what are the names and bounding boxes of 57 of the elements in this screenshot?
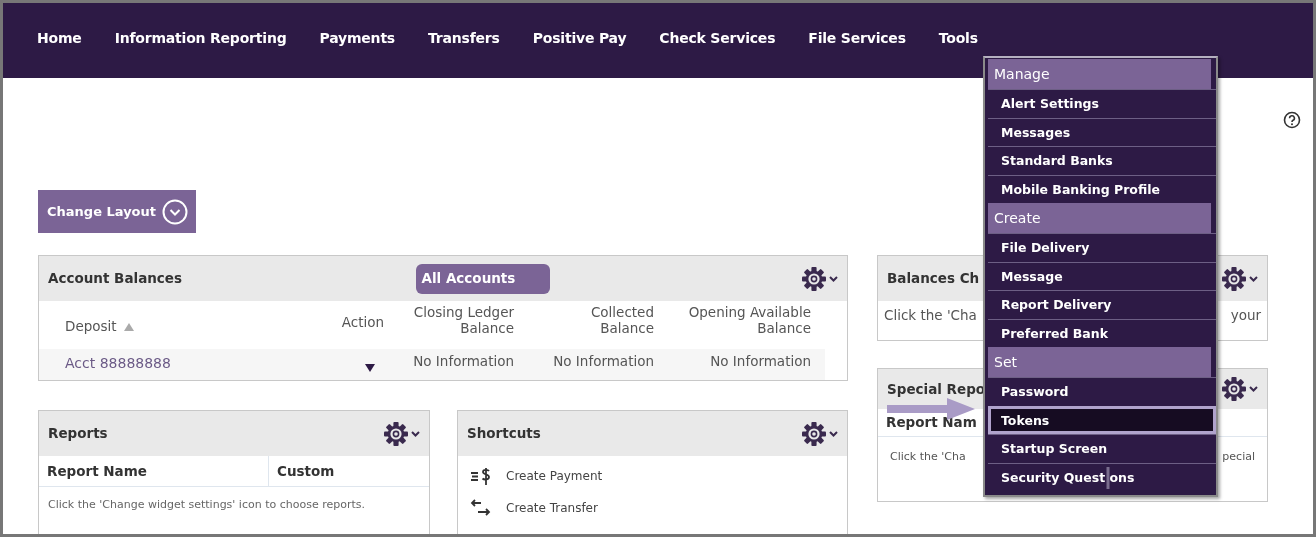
- column-header: Custom: [277, 463, 335, 479]
- action-dropdown-icon[interactable]: [364, 363, 376, 373]
- empty-message: Click the 'Change widget settings' icon to choose reports.: [47, 497, 366, 514]
- menu-item[interactable]: Security Quest ons: [988, 462, 1216, 491]
- change-layout-button[interactable]: Change Layout: [38, 190, 196, 233]
- menu-item[interactable]: Alert Settings: [988, 89, 1216, 118]
- nav-link[interactable]: Home: [37, 28, 82, 49]
- payment-icon: [470, 466, 492, 486]
- menu-item[interactable]: File Delivery: [988, 233, 1216, 262]
- text-cursor-icon: [1106, 466, 1110, 489]
- gear-icon[interactable]: [801, 265, 839, 292]
- menu-item[interactable]: Standard Banks: [988, 146, 1216, 175]
- panel-message: Click the 'Cha: [890, 448, 966, 465]
- nav-link[interactable]: Tools: [938, 28, 978, 49]
- column-header[interactable]: Collected Balance: [569, 305, 654, 337]
- panel-message: Click the 'Cha: [884, 306, 977, 325]
- help-icon[interactable]: [1283, 111, 1301, 129]
- gear-icon[interactable]: [383, 420, 421, 447]
- panel-title: Shortcuts: [467, 424, 541, 444]
- shortcut-link[interactable]: Create Transfer: [506, 499, 598, 517]
- menu-item[interactable]: Password: [988, 377, 1216, 406]
- column-header[interactable]: Closing Ledger Balance: [404, 305, 514, 337]
- transfer-arrows-icon: [470, 498, 492, 518]
- panel-title: Balances Ch: [887, 269, 980, 289]
- table-cell: No Information: [413, 353, 514, 369]
- menu-item[interactable]: Startup Screen: [988, 434, 1216, 463]
- menu-item[interactable]: Messages: [988, 117, 1216, 146]
- menu-section-heading: Manage: [988, 59, 1211, 89]
- panel-message: pecial: [1222, 448, 1255, 465]
- gear-icon[interactable]: [1221, 265, 1259, 292]
- gear-icon[interactable]: [1221, 376, 1259, 402]
- table-cell: No Information: [710, 353, 811, 369]
- column-header: Report Nam: [886, 414, 977, 430]
- column-header: Report Name: [47, 463, 147, 479]
- panel-title: Reports: [48, 424, 108, 444]
- menu-item[interactable]: Report Delivery: [988, 290, 1216, 319]
- panel-message: your: [1230, 306, 1261, 325]
- panel-title: Special Repo: [887, 379, 986, 399]
- nav-link[interactable]: Information Reporting: [114, 28, 287, 49]
- panel-title: Account Balances: [48, 269, 183, 289]
- menu-item[interactable]: Tokens: [988, 405, 1216, 434]
- menu-section-heading: Set: [988, 347, 1211, 377]
- column-header[interactable]: Action: [341, 314, 384, 330]
- menu-section-heading: Create: [988, 203, 1211, 233]
- all-accounts-button[interactable]: All Accounts: [415, 263, 550, 294]
- column-header[interactable]: Deposit: [65, 318, 117, 334]
- table-cell: No Information: [553, 353, 654, 369]
- nav-link[interactable]: Check Services: [659, 28, 776, 49]
- menu-item[interactable]: Message: [988, 261, 1216, 290]
- chevron-circle-icon: [162, 198, 188, 225]
- nav-link[interactable]: Transfers: [428, 28, 500, 49]
- nav-link[interactable]: Positive Pay: [532, 28, 627, 49]
- column-header[interactable]: Opening Available Balance: [661, 305, 811, 337]
- gear-icon[interactable]: [801, 420, 839, 447]
- nav-link[interactable]: Payments: [319, 28, 395, 49]
- nav-link[interactable]: File Services: [808, 28, 906, 49]
- shortcut-link[interactable]: Create Payment: [506, 467, 603, 485]
